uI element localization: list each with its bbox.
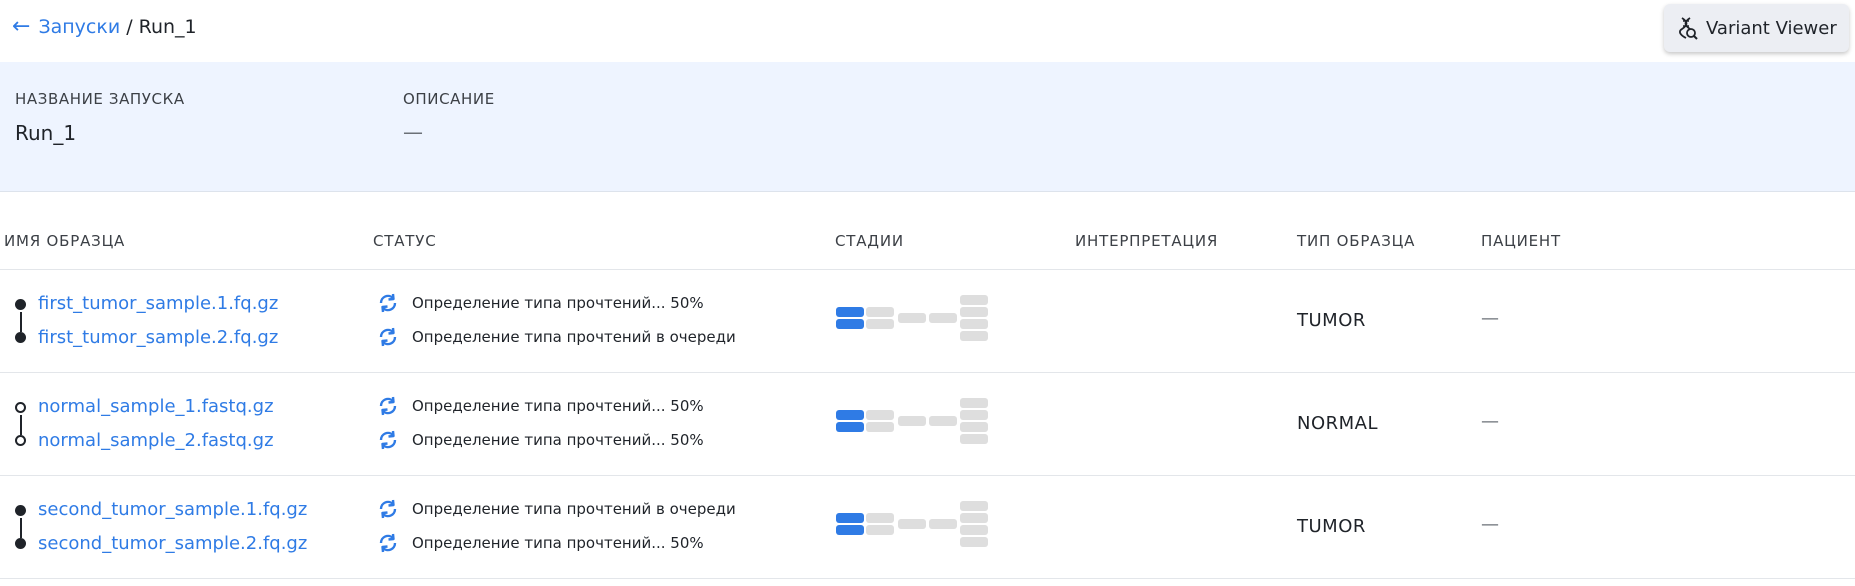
stage-block-pending — [898, 313, 926, 323]
pair-connector-line — [19, 518, 22, 538]
read-status: Определение типа прочтений в очереди — [376, 497, 736, 521]
dna-search-icon — [1679, 17, 1698, 40]
stage-block-done — [836, 422, 864, 432]
patient-cell[interactable]: — — [1481, 514, 1499, 535]
stages-progress — [836, 501, 992, 553]
sample-type-cell: TUMOR — [1297, 310, 1366, 331]
stage-block-pending — [960, 319, 988, 329]
paired-reads-connector — [15, 505, 27, 549]
read-status-text: Определение типа прочтений... 50% — [412, 534, 704, 552]
samples-table-header: ИМЯ ОБРАЗЦА СТАТУС СТАДИИ ИНТЕРПРЕТАЦИЯ … — [0, 192, 1855, 270]
stage-block-done — [836, 513, 864, 523]
stage-block-done — [836, 307, 864, 317]
stage-block-pending — [929, 519, 957, 529]
run-info-panel: НАЗВАНИЕ ЗАПУСКА Run_1 ОПИСАНИЕ — — [0, 62, 1855, 192]
stage-block-pending — [960, 295, 988, 305]
stage-block-pending — [898, 519, 926, 529]
breadcrumb-runs-link[interactable]: Запуски — [38, 16, 120, 38]
sample-file-link[interactable]: normal_sample_2.fastq.gz — [38, 430, 274, 451]
header-patient[interactable]: ПАЦИЕНТ — [1481, 232, 1561, 250]
pair-connector-line — [19, 415, 22, 435]
paired-reads-connector — [15, 299, 27, 343]
header-sample-name[interactable]: ИМЯ ОБРАЗЦА — [4, 232, 125, 250]
read-status: Определение типа прочтений... 50% — [376, 531, 704, 555]
stage-block-pending — [960, 525, 988, 535]
stage-block-done — [836, 410, 864, 420]
breadcrumb-separator: / — [126, 16, 133, 38]
pair-connector-line — [19, 312, 22, 332]
read-status-text: Определение типа прочтений... 50% — [412, 294, 704, 312]
header-stages[interactable]: СТАДИИ — [835, 232, 904, 250]
run-name-label: НАЗВАНИЕ ЗАПУСКА — [15, 90, 185, 108]
run-description-value: — — [403, 120, 423, 144]
stages-progress — [836, 295, 992, 347]
variant-viewer-label: Variant Viewer — [1706, 17, 1837, 39]
stage-block-pending — [960, 513, 988, 523]
variant-viewer-button[interactable]: Variant Viewer — [1664, 4, 1849, 52]
run-description-label: ОПИСАНИЕ — [403, 90, 495, 108]
read-status: Определение типа прочтений в очереди — [376, 325, 736, 349]
read-status-text: Определение типа прочтений... 50% — [412, 397, 704, 415]
refresh-sync-icon — [379, 499, 397, 519]
stage-block-pending — [866, 422, 894, 432]
stage-block-pending — [960, 422, 988, 432]
stage-block-done — [836, 319, 864, 329]
sample-file-link[interactable]: first_tumor_sample.2.fq.gz — [38, 327, 278, 348]
paired-reads-connector — [15, 402, 27, 446]
patient-cell[interactable]: — — [1481, 411, 1499, 432]
read-marker-dot — [15, 332, 26, 343]
arrow-left-icon[interactable]: ← — [12, 16, 30, 38]
refresh-sync-icon — [379, 430, 397, 450]
stage-block-pending — [960, 537, 988, 547]
read-status-text: Определение типа прочтений... 50% — [412, 431, 704, 449]
stage-block-pending — [866, 410, 894, 420]
header-status[interactable]: СТАТУС — [373, 232, 436, 250]
read-marker-dot — [15, 299, 26, 310]
sample-file-link[interactable]: second_tumor_sample.1.fq.gz — [38, 499, 307, 520]
header-interpretation[interactable]: ИНТЕРПРЕТАЦИЯ — [1075, 232, 1218, 250]
read-status-text: Определение типа прочтений в очереди — [412, 328, 736, 346]
read-marker-dot — [15, 435, 26, 446]
sample-file-link[interactable]: first_tumor_sample.1.fq.gz — [38, 293, 278, 314]
refresh-sync-icon — [379, 327, 397, 347]
refresh-sync-icon — [379, 396, 397, 416]
patient-cell[interactable]: — — [1481, 308, 1499, 329]
stage-block-pending — [866, 307, 894, 317]
breadcrumb: ← Запуски / Run_1 — [12, 16, 197, 39]
stage-block-pending — [929, 416, 957, 426]
stage-block-pending — [866, 319, 894, 329]
sample-type-cell: NORMAL — [1297, 413, 1379, 434]
read-status-text: Определение типа прочтений в очереди — [412, 500, 736, 518]
stages-progress — [836, 398, 992, 450]
refresh-sync-icon — [379, 533, 397, 553]
stage-block-pending — [960, 307, 988, 317]
read-marker-dot — [15, 505, 26, 516]
stage-block-pending — [898, 416, 926, 426]
stage-block-pending — [960, 331, 988, 341]
table-row: first_tumor_sample.1.fq.gz first_tumor_sa… — [0, 270, 1855, 373]
stage-block-pending — [866, 525, 894, 535]
read-marker-dot — [15, 538, 26, 549]
top-bar: ← Запуски / Run_1 Variant Viewer — [0, 0, 1855, 62]
stage-block-pending — [960, 410, 988, 420]
stage-block-pending — [866, 513, 894, 523]
table-row: normal_sample_1.fastq.gz normal_sample_2.… — [0, 373, 1855, 476]
read-status: Определение типа прочтений... 50% — [376, 291, 704, 315]
stage-block-pending — [960, 398, 988, 408]
stage-block-done — [836, 525, 864, 535]
sample-file-link[interactable]: normal_sample_1.fastq.gz — [38, 396, 274, 417]
sample-file-link[interactable]: second_tumor_sample.2.fq.gz — [38, 533, 307, 554]
breadcrumb-current: Run_1 — [138, 16, 197, 38]
header-sample-type[interactable]: ТИП ОБРАЗЦА — [1297, 232, 1415, 250]
read-status: Определение типа прочтений... 50% — [376, 394, 704, 418]
stage-block-pending — [929, 313, 957, 323]
read-marker-dot — [15, 402, 26, 413]
stage-block-pending — [960, 434, 988, 444]
sample-type-cell: TUMOR — [1297, 516, 1366, 537]
read-status: Определение типа прочтений... 50% — [376, 428, 704, 452]
refresh-sync-icon — [379, 293, 397, 313]
stage-block-pending — [960, 501, 988, 511]
run-name-value: Run_1 — [15, 121, 77, 145]
table-row: second_tumor_sample.1.fq.gz second_tumor_… — [0, 476, 1855, 579]
